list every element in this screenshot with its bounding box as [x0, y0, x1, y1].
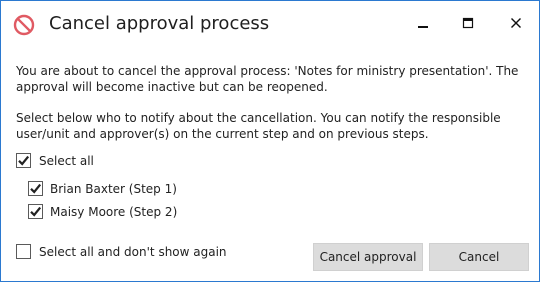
dont-show-again-checkbox[interactable]: Select all and don't show again [16, 244, 227, 259]
checkmark-icon [29, 205, 42, 218]
recipient-checkbox-maisy-moore[interactable]: Maisy Moore (Step 2) [28, 204, 177, 219]
checkbox-box[interactable] [28, 181, 43, 196]
close-icon [510, 14, 522, 33]
select-all-checkbox[interactable]: Select all [16, 153, 94, 168]
dialog-window: Cancel approval process You are about to… [0, 0, 540, 282]
checkmark-icon [29, 182, 42, 195]
maximize-icon [462, 14, 474, 33]
cancel-button[interactable]: Cancel [429, 243, 529, 271]
window-title: Cancel approval process [49, 13, 270, 34]
title-bar: Cancel approval process [1, 1, 539, 47]
prohibited-icon [13, 14, 35, 36]
recipient-checkbox-brian-baxter[interactable]: Brian Baxter (Step 1) [28, 181, 177, 196]
minimize-icon [417, 14, 429, 33]
recipient-label: Maisy Moore (Step 2) [50, 204, 178, 219]
dont-show-again-label: Select all and don't show again [39, 244, 227, 259]
notify-instructions: Select below who to notify about the can… [16, 111, 501, 141]
checkbox-box[interactable] [28, 204, 43, 219]
cancel-message: You are about to cancel the approval pro… [16, 64, 519, 94]
checkmark-icon [17, 154, 30, 167]
close-button[interactable] [504, 11, 528, 35]
checkbox-box[interactable] [16, 153, 31, 168]
maximize-button[interactable] [456, 11, 480, 35]
recipient-label: Brian Baxter (Step 1) [50, 181, 177, 196]
cancel-approval-button[interactable]: Cancel approval [313, 243, 423, 271]
select-all-label: Select all [39, 153, 94, 168]
checkbox-box[interactable] [16, 244, 31, 259]
minimize-button[interactable] [411, 11, 435, 35]
